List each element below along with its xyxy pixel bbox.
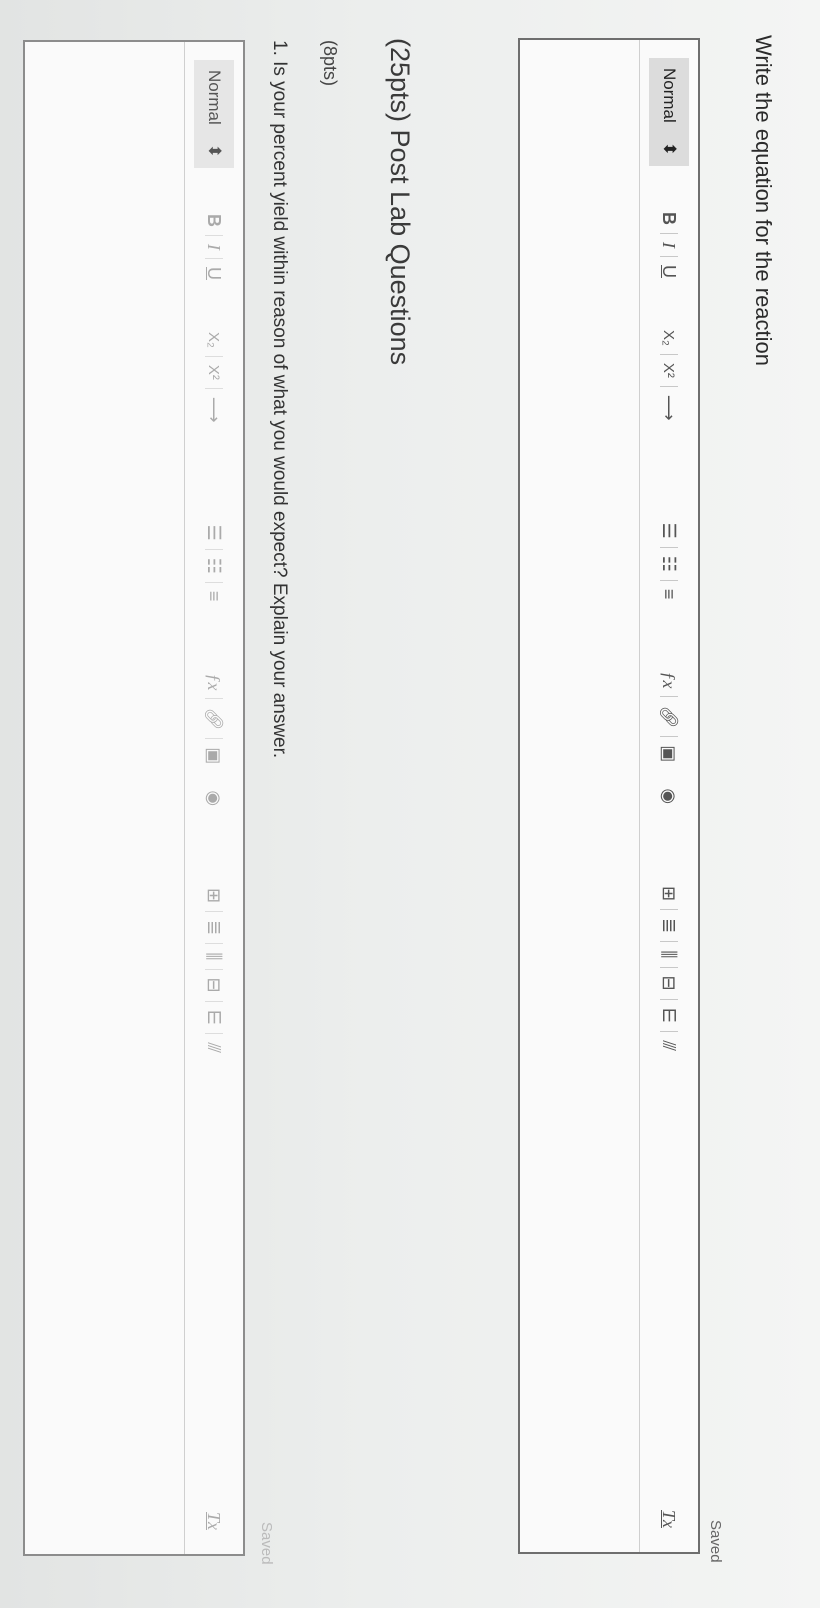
toolbar-divider (205, 943, 223, 945)
toolbar-divider (205, 387, 223, 389)
toolbar-divider (205, 1033, 223, 1035)
bullet-list-icon[interactable]: ☷ (204, 552, 225, 580)
merge-cells-icon[interactable]: ⊟ (659, 970, 680, 997)
table-icon[interactable]: ⊞ (204, 882, 225, 909)
subscript-button[interactable]: X₂ (206, 326, 223, 354)
toolbar-divider (205, 968, 223, 970)
saved-status: Saved (258, 1522, 275, 1565)
delete-column-icon[interactable]: ⫻ (204, 1036, 225, 1059)
format-select-value: Normal (205, 70, 224, 125)
editor-toolbar: Normal ⬍ B I U X₂ X² ⟶ ☰ ☷ ≡ ƒx 🔗︎ ▣ ◉ ⊞… (639, 40, 698, 1552)
section-heading: (25pts) Post Lab Questions (385, 38, 415, 366)
format-select-value: Normal (660, 68, 679, 123)
underline-button[interactable]: U (659, 259, 680, 284)
ordered-list-icon[interactable]: ☰ (204, 519, 225, 547)
align-icon[interactable]: ≡ (204, 585, 225, 608)
arrow-icon[interactable]: ⟶ (204, 391, 225, 429)
toolbar-divider (205, 581, 223, 583)
insert-row-icon[interactable]: ≣ (204, 914, 225, 941)
toolbar-divider (660, 385, 678, 387)
toolbar-divider (660, 966, 678, 968)
function-icon[interactable]: ƒx (204, 667, 225, 696)
italic-button[interactable]: I (204, 238, 225, 256)
delete-row-icon[interactable]: ⋿ (204, 1004, 225, 1032)
embed-icon[interactable]: ◉ (204, 784, 225, 812)
insert-column-icon[interactable]: ⫼ (204, 946, 225, 966)
toolbar-divider (205, 258, 223, 259)
arrow-icon[interactable]: ⟶ (659, 389, 680, 427)
toolbar-divider (660, 696, 678, 698)
clear-format-button[interactable]: Tx (659, 1504, 680, 1534)
saved-status: Saved (707, 1520, 724, 1563)
insert-column-icon[interactable]: ⫼ (659, 944, 680, 964)
toolbar-divider (205, 738, 223, 740)
align-icon[interactable]: ≡ (659, 583, 680, 606)
subscript-button[interactable]: X₂ (661, 324, 678, 352)
superscript-button[interactable]: X² (206, 359, 223, 386)
clear-format-button[interactable]: Tx (204, 1506, 225, 1536)
merge-cells-icon[interactable]: ⊟ (204, 972, 225, 999)
rich-text-editor[interactable]: Normal ⬍ B I U X₂ X² ⟶ ☰ ☷ ≡ ƒx 🔗︎ ▣ ◉ ⊞… (23, 40, 245, 1556)
bold-button[interactable]: B (659, 206, 680, 231)
toolbar-divider (660, 233, 678, 234)
question-prompt: Write the equation for the reaction (751, 35, 776, 367)
select-arrows-icon: ⬍ (205, 143, 224, 158)
format-select[interactable]: Normal ⬍ (194, 60, 234, 168)
toolbar-divider (660, 736, 678, 738)
question-text: 1. Is your percent yield within reason o… (269, 40, 290, 759)
superscript-button[interactable]: X² (661, 357, 678, 384)
format-select[interactable]: Normal ⬍ (649, 58, 689, 166)
image-icon[interactable]: ▣ (659, 739, 680, 768)
function-icon[interactable]: ƒx (659, 665, 680, 694)
bullet-list-icon[interactable]: ☷ (659, 550, 680, 578)
page: Write the equation for the reaction Save… (0, 0, 820, 1608)
rich-text-editor[interactable]: Normal ⬍ B I U X₂ X² ⟶ ☰ ☷ ≡ ƒx 🔗︎ ▣ ◉ ⊞… (518, 38, 700, 1554)
toolbar-divider (660, 353, 678, 355)
delete-row-icon[interactable]: ⋿ (659, 1002, 680, 1030)
toolbar-divider (205, 911, 223, 913)
insert-row-icon[interactable]: ≣ (659, 912, 680, 939)
select-arrows-icon: ⬍ (660, 141, 679, 156)
bold-button[interactable]: B (204, 208, 225, 233)
toolbar-divider (660, 1031, 678, 1033)
editor-toolbar: Normal ⬍ B I U X₂ X² ⟶ ☰ ☷ ≡ ƒx 🔗︎ ▣ ◉ ⊞… (184, 42, 243, 1554)
points-label: (8pts) (320, 40, 340, 87)
toolbar-divider (660, 546, 678, 548)
toolbar-divider (205, 1000, 223, 1002)
toolbar-divider (205, 698, 223, 700)
toolbar-divider (660, 579, 678, 581)
ordered-list-icon[interactable]: ☰ (659, 517, 680, 545)
link-icon[interactable]: 🔗︎ (659, 699, 680, 734)
toolbar-divider (660, 256, 678, 257)
toolbar-divider (660, 909, 678, 911)
toolbar-divider (205, 235, 223, 236)
underline-button[interactable]: U (204, 261, 225, 286)
toolbar-divider (660, 998, 678, 1000)
image-icon[interactable]: ▣ (204, 741, 225, 770)
toolbar-divider (205, 548, 223, 550)
embed-icon[interactable]: ◉ (659, 782, 680, 810)
toolbar-divider (660, 941, 678, 943)
toolbar-divider (205, 355, 223, 357)
link-icon[interactable]: 🔗︎ (204, 701, 225, 736)
delete-column-icon[interactable]: ⫻ (659, 1034, 680, 1057)
italic-button[interactable]: I (659, 236, 680, 254)
table-icon[interactable]: ⊞ (659, 880, 680, 907)
